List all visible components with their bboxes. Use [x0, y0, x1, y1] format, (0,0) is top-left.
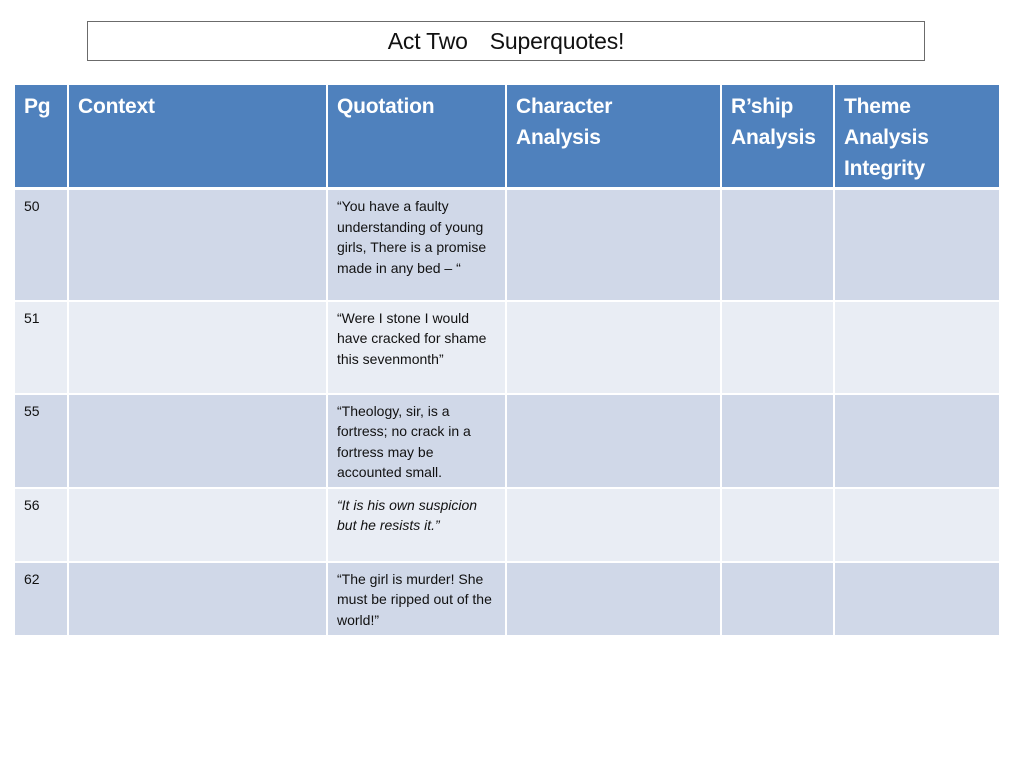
cell-theme-analysis[interactable] — [833, 392, 999, 488]
slide-title: Act Two Superquotes! — [87, 21, 925, 61]
cell-pg: 55 — [15, 392, 68, 488]
cell-theme-analysis[interactable] — [833, 187, 999, 301]
cell-rship-analysis[interactable] — [720, 299, 834, 394]
header-rship-analysis: R’ship Analysis — [720, 85, 834, 190]
table-row: 51 “Were I stone I would have cracked fo… — [15, 299, 999, 394]
cell-character-analysis[interactable] — [505, 486, 721, 562]
cell-character-analysis[interactable] — [505, 299, 721, 394]
header-character-analysis: Character Analysis — [505, 85, 721, 190]
header-theme-line1: Theme — [844, 95, 911, 118]
cell-context[interactable] — [67, 392, 327, 488]
header-pg: Pg — [15, 85, 68, 190]
header-quotation-label: Quotation — [337, 95, 435, 118]
table-row: 55 “Theology, sir, is a fortress; no cra… — [15, 392, 999, 488]
cell-rship-analysis[interactable] — [720, 392, 834, 488]
header-theme-analysis: Theme Analysis Integrity — [833, 85, 999, 190]
cell-theme-analysis[interactable] — [833, 486, 999, 562]
cell-quotation: “Were I stone I would have cracked for s… — [326, 299, 506, 394]
table-row: 56 “It is his own suspicion but he resis… — [15, 486, 999, 562]
header-context-label: Context — [78, 95, 155, 118]
cell-pg: 56 — [15, 486, 68, 562]
cell-rship-analysis[interactable] — [720, 486, 834, 562]
slide: Act Two Superquotes! Pg Context Quotatio… — [0, 0, 1024, 768]
table-header-row: Pg Context Quotation Character Analysis … — [15, 85, 999, 190]
header-character-line2: Analysis — [516, 126, 601, 149]
title-part-superquotes: Superquotes! — [489, 27, 625, 54]
header-rship-line2: Analysis — [731, 126, 816, 149]
header-context: Context — [67, 85, 327, 190]
cell-theme-analysis[interactable] — [833, 560, 999, 635]
cell-pg: 50 — [15, 187, 68, 301]
cell-context[interactable] — [67, 187, 327, 301]
header-rship-line1: R’ship — [731, 95, 794, 118]
cell-context[interactable] — [67, 560, 327, 635]
cell-pg: 51 — [15, 299, 68, 394]
header-theme-line3: Integrity — [844, 157, 926, 180]
cell-context[interactable] — [67, 299, 327, 394]
cell-character-analysis[interactable] — [505, 392, 721, 488]
header-theme-line2: Analysis — [844, 126, 929, 149]
title-part-act: Act Two — [387, 27, 468, 54]
header-character-line1: Character — [516, 95, 613, 118]
cell-pg: 62 — [15, 560, 68, 635]
cell-character-analysis[interactable] — [505, 560, 721, 635]
header-pg-label: Pg — [24, 95, 51, 118]
cell-rship-analysis[interactable] — [720, 187, 834, 301]
cell-quotation: “The girl is murder! She must be ripped … — [326, 560, 506, 635]
cell-character-analysis[interactable] — [505, 187, 721, 301]
header-quotation: Quotation — [326, 85, 506, 190]
cell-context[interactable] — [67, 486, 327, 562]
cell-quotation: “Theology, sir, is a fortress; no crack … — [326, 392, 506, 488]
table-row: 50 “You have a faulty understanding of y… — [15, 187, 999, 301]
cell-quotation: “It is his own suspicion but he resists … — [326, 486, 506, 562]
cell-theme-analysis[interactable] — [833, 299, 999, 394]
cell-rship-analysis[interactable] — [720, 560, 834, 635]
cell-quotation: “You have a faulty understanding of youn… — [326, 187, 506, 301]
table-row: 62 “The girl is murder! She must be ripp… — [15, 560, 999, 635]
superquotes-table: Pg Context Quotation Character Analysis … — [15, 85, 999, 635]
